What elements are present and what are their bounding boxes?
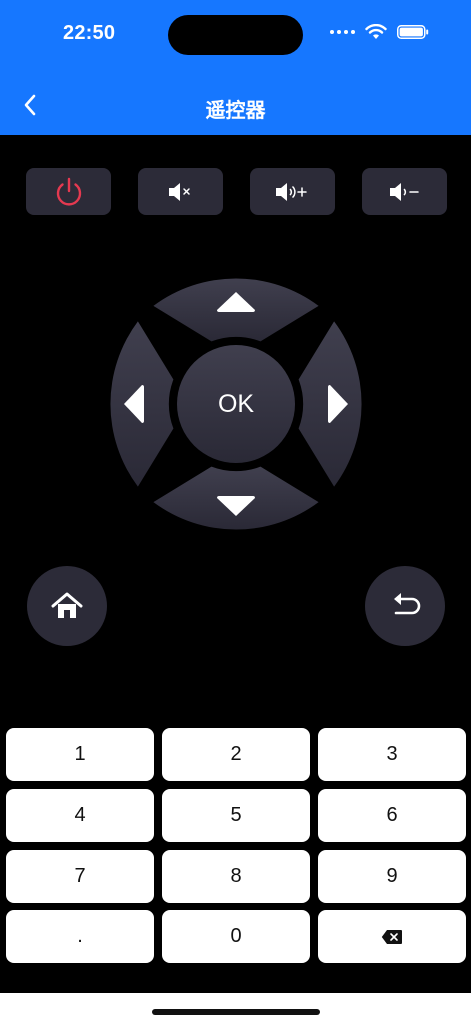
home-indicator: [152, 1009, 320, 1015]
return-button[interactable]: [365, 566, 445, 646]
dpad-graphic: [110, 278, 362, 530]
home-icon: [51, 592, 83, 618]
backspace-key[interactable]: [318, 910, 466, 963]
key-4[interactable]: 4: [6, 789, 154, 842]
volume-up-button[interactable]: [250, 168, 335, 215]
page-title: 遥控器: [205, 100, 266, 122]
key-0[interactable]: 0: [162, 910, 310, 963]
backspace-icon: [381, 929, 402, 944]
speaker-mute-icon: [168, 182, 190, 201]
key-5[interactable]: 5: [162, 789, 310, 842]
power-button[interactable]: [26, 168, 111, 215]
key-1[interactable]: 1: [6, 728, 154, 781]
number-keypad: 1 2 3 4 5 6 7 8 9 . 0: [0, 718, 471, 993]
battery-icon: [397, 25, 429, 39]
wifi-icon: [365, 24, 387, 39]
key-7[interactable]: 7: [6, 850, 154, 903]
speaker-plus-icon: [275, 182, 307, 201]
dpad: OK: [98, 266, 374, 542]
cellular-signal-icon: [330, 30, 355, 34]
ok-button[interactable]: [177, 345, 295, 463]
status-icons: [330, 24, 429, 40]
home-button[interactable]: [27, 566, 107, 646]
key-9[interactable]: 9: [318, 850, 466, 903]
key-2[interactable]: 2: [162, 728, 310, 781]
volume-down-button[interactable]: [362, 168, 447, 215]
speaker-minus-icon: [389, 182, 419, 201]
power-icon: [56, 177, 81, 206]
key-dot[interactable]: .: [6, 910, 154, 963]
dynamic-island: [168, 15, 303, 55]
return-icon: [394, 593, 421, 615]
key-6[interactable]: 6: [318, 789, 466, 842]
mute-button[interactable]: [138, 168, 223, 215]
top-bar: 22:50 遥控器: [0, 0, 471, 135]
key-3[interactable]: 3: [318, 728, 466, 781]
key-8[interactable]: 8: [162, 850, 310, 903]
control-row: [26, 168, 447, 215]
status-time: 22:50: [63, 22, 116, 44]
